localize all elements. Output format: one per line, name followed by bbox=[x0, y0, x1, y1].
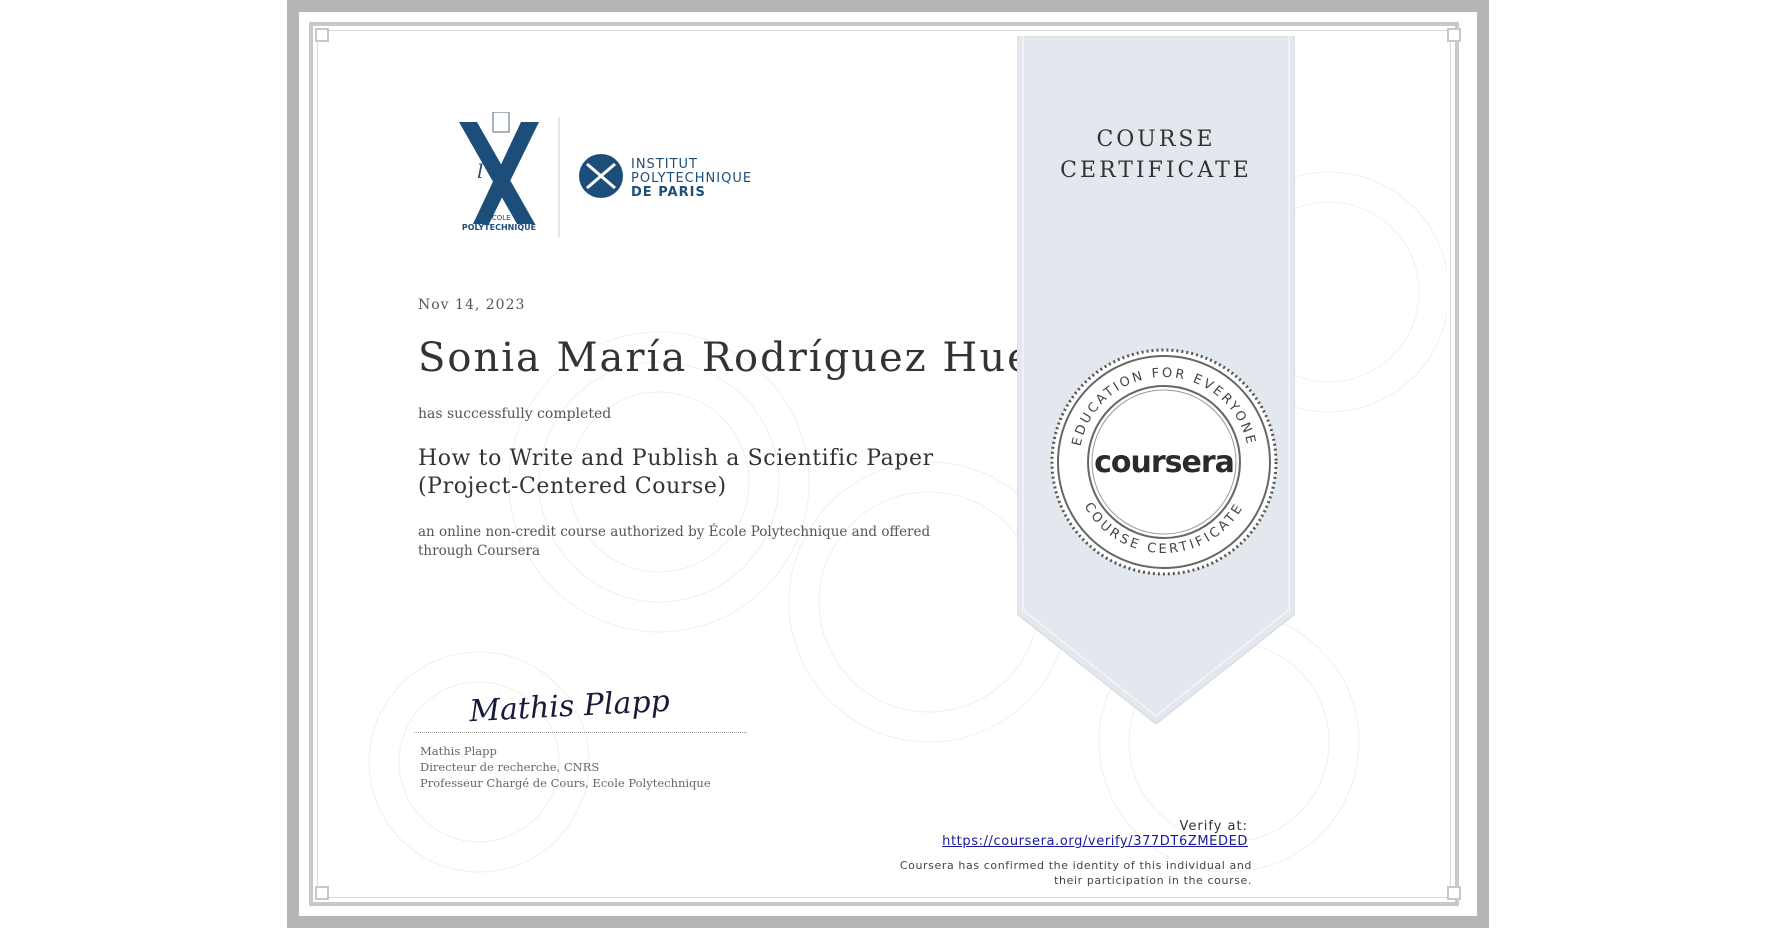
signature-text: Mathis Plapp bbox=[469, 684, 669, 730]
verify-label: Verify at: bbox=[1179, 819, 1248, 834]
coursera-seal-brand: coursera bbox=[1094, 445, 1235, 480]
ecole-polytechnique-logo: l' ÉCOLE POLYTECHNIQUE bbox=[459, 112, 539, 232]
corner-ornament bbox=[315, 886, 329, 900]
course-description: an online non-credit course authorized b… bbox=[418, 524, 931, 559]
signature-line bbox=[414, 732, 747, 733]
ribbon-line1: COURSE bbox=[1096, 127, 1216, 152]
certificate-date: Nov 14, 2023 bbox=[418, 297, 526, 313]
ipp-line1: INSTITUT bbox=[631, 157, 698, 172]
signature: Mathis Plapp bbox=[469, 684, 669, 730]
ribbon-line2: CERTIFICATE bbox=[1060, 158, 1252, 183]
corner-ornament bbox=[315, 28, 329, 42]
signer-title2: Professeur Chargé de Cours, Ecole Polyte… bbox=[420, 776, 711, 790]
certificate-sheet: l' ÉCOLE POLYTECHNIQUE INSTITUT POLYTECH… bbox=[287, 0, 1489, 928]
corner-ornament bbox=[1447, 28, 1461, 42]
signer-title1: Directeur de recherche, CNRS bbox=[420, 760, 600, 774]
ecole-line2: POLYTECHNIQUE bbox=[462, 223, 536, 232]
ipp-line2: POLYTECHNIQUE bbox=[631, 171, 752, 186]
recipient-name: Sonia María Rodríguez Huerta bbox=[418, 335, 1098, 381]
completed-text: has successfully completed bbox=[418, 406, 612, 422]
signer-block: Mathis Plapp Directeur de recherche, CNR… bbox=[420, 743, 711, 791]
ecole-l-text: l' bbox=[477, 159, 489, 183]
certificate-frame: l' ÉCOLE POLYTECHNIQUE INSTITUT POLYTECH… bbox=[299, 12, 1477, 916]
ribbon-title: COURSE CERTIFICATE bbox=[1017, 124, 1295, 186]
confirm-line1: Coursera has confirmed the identity of t… bbox=[899, 859, 1252, 872]
ecole-line1: ÉCOLE bbox=[487, 213, 510, 222]
ipp-logo: INSTITUT POLYTECHNIQUE DE PARIS bbox=[579, 154, 752, 200]
ipp-line3: DE PARIS bbox=[631, 185, 706, 200]
signer-name: Mathis Plapp bbox=[420, 744, 497, 758]
corner-ornament bbox=[1447, 886, 1461, 900]
institution-logos: l' ÉCOLE POLYTECHNIQUE INSTITUT POLYTECH… bbox=[459, 112, 752, 237]
course-title: How to Write and Publish a Scientific Pa… bbox=[418, 445, 938, 501]
course-title-line1: How to Write and Publish a Scientific Pa… bbox=[418, 446, 934, 471]
verify-link[interactable]: https://coursera.org/verify/377DT6ZMEDED bbox=[942, 834, 1248, 849]
course-title-line2: (Project-Centered Course) bbox=[418, 474, 727, 499]
confirm-line2: their participation in the course. bbox=[1054, 874, 1252, 887]
identity-confirmation: Coursera has confirmed the identity of t… bbox=[900, 858, 1252, 888]
